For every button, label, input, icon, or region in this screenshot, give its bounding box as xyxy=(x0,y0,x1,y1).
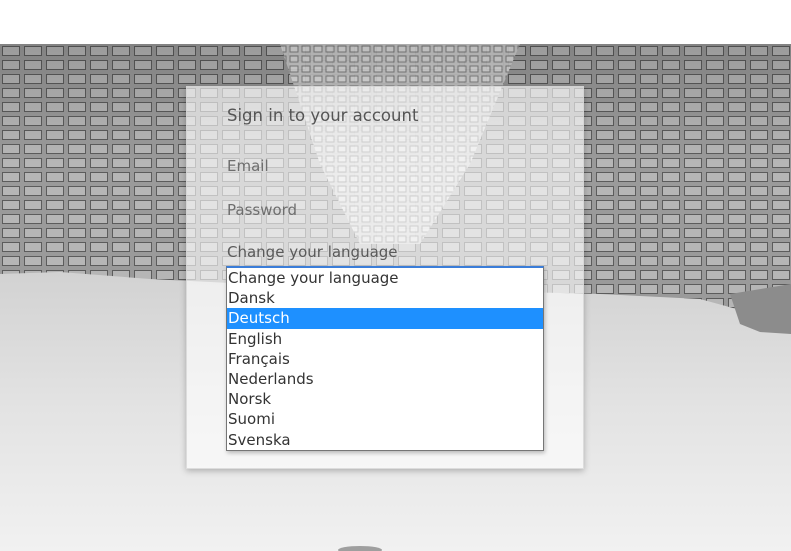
top-bar xyxy=(0,0,791,44)
language-option[interactable]: Nederlands xyxy=(227,369,543,389)
language-option[interactable]: English xyxy=(227,329,543,349)
email-field[interactable]: Email xyxy=(227,157,545,179)
language-option[interactable]: Dansk xyxy=(227,288,543,308)
language-option-selected[interactable]: Deutsch xyxy=(227,308,543,329)
language-option[interactable]: Norsk xyxy=(227,389,543,409)
language-option[interactable]: Svenska xyxy=(227,430,543,450)
password-field[interactable]: Password xyxy=(227,201,545,223)
language-option[interactable]: Français xyxy=(227,349,543,369)
language-dropdown-list[interactable]: Change your language Dansk Deutsch Engli… xyxy=(226,266,544,451)
language-label: Change your language xyxy=(227,243,398,261)
language-option[interactable]: Change your language xyxy=(227,268,543,288)
page-title: Sign in to your account xyxy=(227,106,419,125)
language-option[interactable]: Suomi xyxy=(227,409,543,429)
